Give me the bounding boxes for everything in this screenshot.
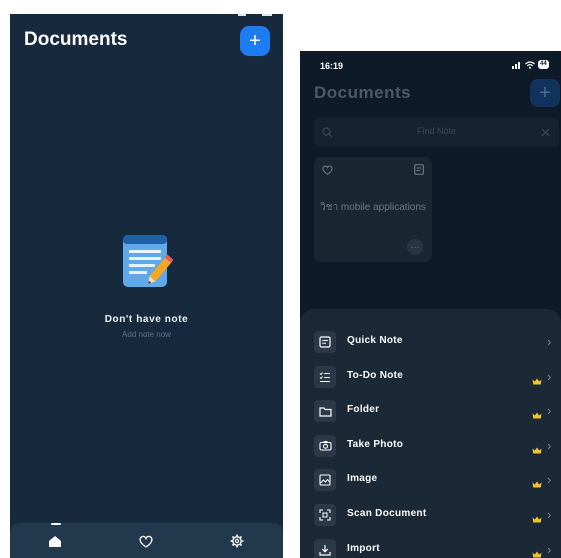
menu-item-quick-note[interactable]: Quick Note › (300, 325, 561, 359)
close-icon[interactable] (541, 128, 550, 137)
camera-icon (314, 434, 336, 457)
menu-item-to-do-note[interactable]: To-Do Note › (300, 360, 561, 394)
menu-item-folder[interactable]: Folder › (300, 394, 561, 428)
plus-icon: + (539, 82, 551, 104)
heart-icon (139, 535, 153, 548)
menu-item-label: Scan Document (347, 508, 427, 519)
chevron-right-icon: › (547, 507, 552, 522)
chevron-right-icon: › (547, 368, 552, 384)
empty-state-subtitle: Add note now (122, 330, 171, 339)
page-title: Documents (314, 83, 412, 102)
home-icon (49, 535, 61, 547)
right-phone-screen: 16:19 44 Documents + Find Note วิชา mobi… (300, 51, 561, 558)
menu-item-import[interactable]: Import › (300, 533, 561, 558)
plus-icon: + (249, 30, 261, 52)
tab-settings[interactable] (223, 527, 251, 555)
crown-icon (532, 475, 542, 493)
menu-item-label: Image (347, 473, 378, 485)
empty-state-title: Don't have note (104, 314, 189, 325)
crown-icon (532, 441, 542, 459)
folder-icon (314, 400, 336, 423)
tab-favorites[interactable] (132, 527, 160, 555)
signal-icon (512, 61, 520, 69)
crown-icon (532, 545, 542, 558)
left-phone-screen: Documents + Don't have note Add note now (10, 14, 283, 558)
crown-icon (532, 406, 542, 424)
wifi-icon (525, 60, 535, 69)
chevron-right-icon: › (547, 334, 552, 349)
checklist-icon (314, 365, 336, 388)
add-menu-sheet: Quick Note › To-Do Note › Folder › Take Photo ›… (300, 309, 561, 558)
menu-item-label: Take Photo (347, 438, 404, 450)
menu-item-image[interactable]: Image › (300, 463, 561, 497)
chevron-right-icon: › (547, 541, 552, 557)
chevron-right-icon: › (547, 403, 552, 419)
scan-icon (314, 504, 336, 526)
import-icon (314, 538, 336, 558)
menu-item-label: To-Do Note (347, 369, 404, 381)
note-card[interactable]: วิชา mobile applications ··· (314, 157, 432, 262)
heart-icon[interactable] (322, 165, 333, 175)
battery-badge: 44 (538, 60, 549, 69)
image-icon (314, 469, 336, 492)
search-input[interactable]: Find Note (314, 126, 559, 136)
crown-icon (532, 372, 542, 390)
tab-home[interactable] (41, 527, 69, 555)
status-bar-fragment (236, 14, 276, 17)
menu-item-scan-document[interactable]: Scan Document › (300, 498, 561, 532)
add-button[interactable]: + (240, 26, 270, 56)
notepad-pencil-icon (123, 235, 173, 287)
note-icon (414, 164, 424, 175)
status-icons: 44 (512, 60, 549, 69)
add-button[interactable]: + (530, 79, 560, 107)
menu-item-label: Quick Note (347, 335, 403, 346)
chevron-right-icon: › (547, 472, 552, 488)
bottom-tab-bar (10, 523, 283, 558)
more-icon[interactable]: ··· (407, 239, 423, 255)
note-title: วิชา mobile applications (320, 202, 426, 213)
page-title: Documents (24, 29, 128, 50)
search-bar[interactable]: Find Note (314, 118, 559, 147)
active-tab-indicator (51, 523, 61, 525)
menu-item-label: Import (347, 542, 380, 554)
status-time: 16:19 (320, 61, 344, 71)
crown-icon (532, 510, 542, 528)
note-icon (314, 331, 336, 353)
gear-icon (230, 534, 244, 548)
menu-item-take-photo[interactable]: Take Photo › (300, 429, 561, 463)
chevron-right-icon: › (547, 437, 552, 453)
menu-item-label: Folder (347, 404, 380, 416)
